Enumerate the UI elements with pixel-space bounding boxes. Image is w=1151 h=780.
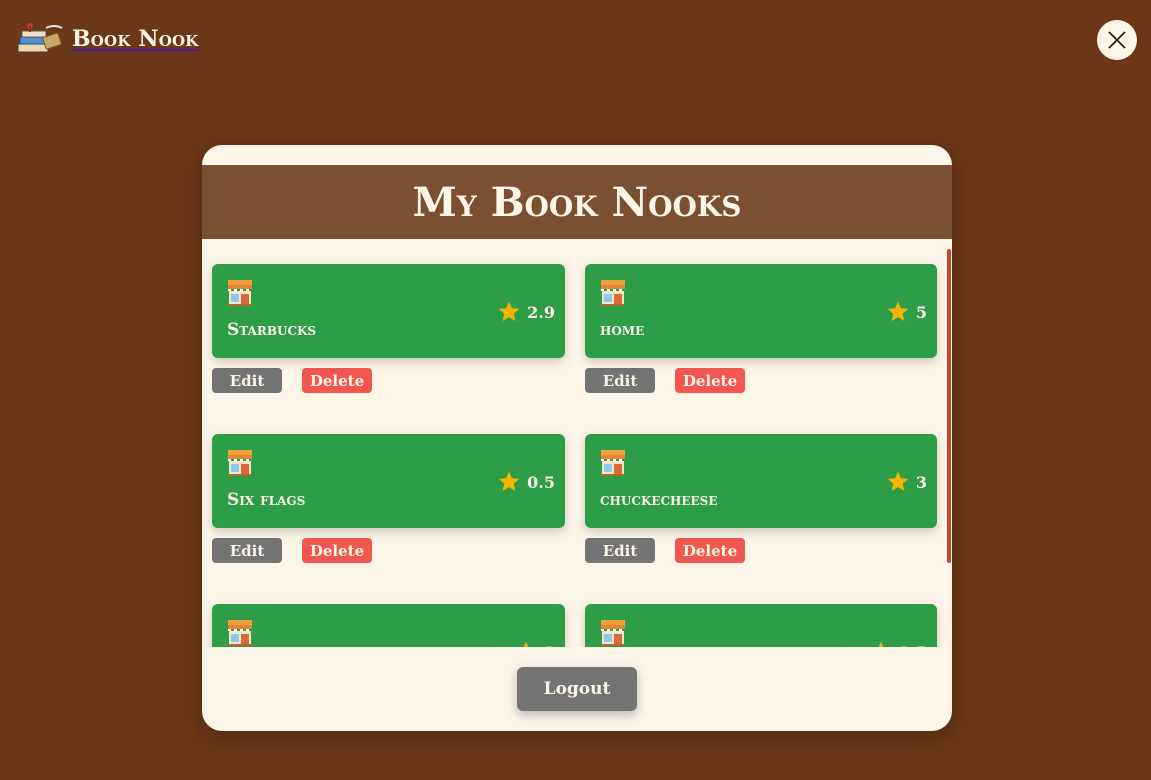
nook-card[interactable]: Starbucks 2.9 — [212, 264, 565, 358]
delete-button[interactable]: Delete — [675, 368, 745, 393]
nook-card[interactable]: 2.5 — [585, 604, 937, 647]
list-scrollbar[interactable] — [947, 249, 951, 563]
nook-name: home — [600, 320, 645, 340]
storefront-icon — [226, 618, 254, 646]
nook-item: 2.5 Edit Delete — [585, 604, 937, 647]
nook-name: Starbucks — [227, 320, 317, 340]
nooks-list[interactable]: Starbucks 2.9 Edit Delete home 5 Edit De… — [202, 239, 952, 647]
edit-button[interactable]: Edit — [585, 538, 655, 563]
nook-item: chuckecheese 3 Edit Delete — [585, 434, 937, 604]
logout-button[interactable]: Logout — [517, 667, 637, 711]
nook-name: Six flags — [227, 490, 306, 510]
nook-card[interactable]: home 5 — [585, 264, 937, 358]
edit-button[interactable]: Edit — [212, 368, 282, 393]
rating-value: 3 — [544, 643, 555, 648]
star-icon — [887, 471, 909, 491]
storefront-icon — [226, 278, 254, 306]
star-icon — [887, 301, 909, 321]
nook-item: Starbucks 2.9 Edit Delete — [212, 264, 565, 434]
nook-name: chuckecheese — [600, 490, 718, 510]
delete-button[interactable]: Delete — [302, 538, 372, 563]
nook-card[interactable]: chuckecheese 3 — [585, 434, 937, 528]
rating-value: 2.9 — [527, 302, 555, 322]
storefront-icon — [226, 448, 254, 476]
nook-item: Six flags 0.5 Edit Delete — [212, 434, 565, 604]
app-name: Book Nook — [72, 26, 199, 52]
delete-button[interactable]: Delete — [302, 368, 372, 393]
nook-rating: 3 — [514, 640, 555, 647]
edit-button[interactable]: Edit — [585, 368, 655, 393]
close-button[interactable] — [1097, 20, 1137, 60]
rating-value: 2.5 — [899, 643, 927, 648]
rating-value: 5 — [915, 302, 927, 322]
modal-header: My Book Nooks — [202, 165, 952, 239]
storefront-icon — [599, 618, 627, 646]
star-icon — [523, 641, 529, 647]
nook-item: 3 Edit Delete — [212, 604, 565, 647]
delete-button[interactable]: Delete — [675, 538, 745, 563]
rating-value: 3 — [915, 472, 927, 492]
star-icon — [878, 641, 884, 647]
nook-actions: Edit Delete — [212, 368, 565, 393]
storefront-icon — [599, 278, 627, 306]
nook-card[interactable]: Six flags 0.5 — [212, 434, 565, 528]
books-stack-icon — [17, 23, 63, 53]
rating-value: 0.5 — [527, 472, 555, 492]
nook-rating: 0.5 — [497, 470, 555, 494]
nook-rating: 2.5 — [869, 640, 927, 647]
modal-title: My Book Nooks — [412, 178, 742, 226]
nook-actions: Edit Delete — [585, 538, 937, 563]
storefront-icon — [599, 448, 627, 476]
close-icon — [1108, 31, 1126, 49]
star-icon — [498, 471, 520, 491]
nook-rating: 3 — [886, 470, 927, 494]
nook-actions: Edit Delete — [212, 538, 565, 563]
star-icon — [498, 301, 520, 321]
edit-button[interactable]: Edit — [212, 538, 282, 563]
brand[interactable]: Book Nook — [16, 22, 199, 56]
nook-item: home 5 Edit Delete — [585, 264, 937, 434]
my-nooks-modal: My Book Nooks Starbucks 2.9 Edit Delete … — [202, 145, 952, 731]
nook-rating: 5 — [886, 300, 927, 324]
nook-card[interactable]: 3 — [212, 604, 565, 647]
nook-actions: Edit Delete — [585, 368, 937, 393]
nook-rating: 2.9 — [497, 300, 555, 324]
